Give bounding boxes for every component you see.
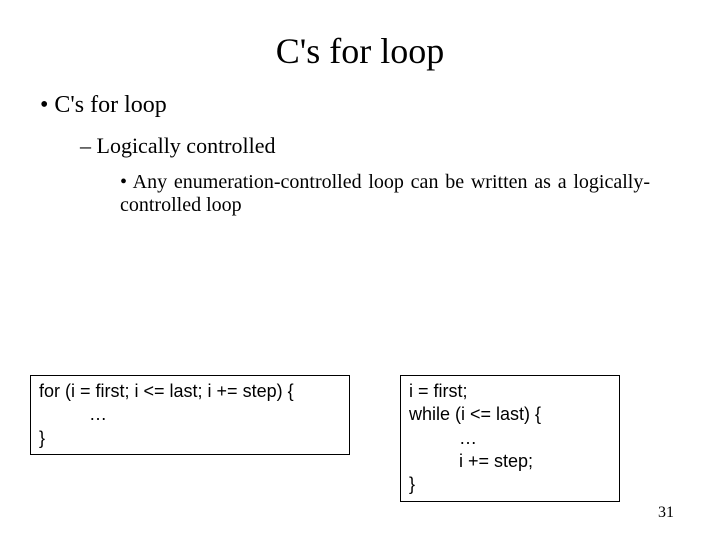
bullet-level2: Logically controlled (80, 133, 680, 159)
bullet-level1: C's for loop (40, 92, 680, 119)
code-box-while: i = first; while (i <= last) { … i += st… (400, 375, 620, 502)
slide-title: C's for loop (40, 30, 680, 72)
code-box-for: for (i = first; i <= last; i += step) { … (30, 375, 350, 455)
code-row: for (i = first; i <= last; i += step) { … (30, 375, 690, 510)
page-number: 31 (658, 504, 674, 522)
bullet-level3: Any enumeration-controlled loop can be w… (120, 171, 650, 217)
slide-container: C's for loop C's for loop Logically cont… (0, 0, 720, 540)
